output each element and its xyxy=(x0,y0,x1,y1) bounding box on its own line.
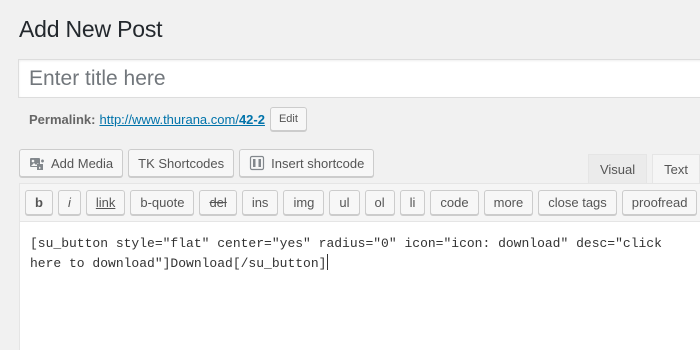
post-title-input[interactable] xyxy=(18,59,700,98)
tab-text[interactable]: Text xyxy=(652,154,700,183)
shortcode-icon xyxy=(249,155,265,171)
quicktag-proofread[interactable]: proofread xyxy=(621,190,698,215)
editor-content-area[interactable]: [su_button style="flat" center="yes" rad… xyxy=(20,222,680,286)
permalink-slug: 42-2 xyxy=(238,111,265,127)
quicktag-code[interactable]: code xyxy=(430,190,479,215)
editor-tabs: Visual Text xyxy=(587,154,700,183)
permalink-link[interactable]: http://www.thurana.com/42-2 xyxy=(99,112,264,127)
tk-shortcodes-button[interactable]: TK Shortcodes xyxy=(128,149,235,177)
permalink-label: Permalink: xyxy=(29,111,96,127)
add-media-icon xyxy=(29,155,45,171)
quicktag-del[interactable]: del xyxy=(199,190,237,215)
quicktag-ul[interactable]: ul xyxy=(329,190,360,215)
editor-content: [su_button style="flat" center="yes" rad… xyxy=(30,236,670,271)
page-title: Add New Post xyxy=(19,16,163,42)
quicktag-link[interactable]: link xyxy=(85,190,126,215)
text-editor: b i link b-quote del ins img ul ol li co… xyxy=(19,183,700,350)
quicktag-bold[interactable]: b xyxy=(25,190,53,215)
media-buttons: Add Media TK Shortcodes Insert shortcode xyxy=(19,149,375,177)
insert-shortcode-label: Insert shortcode xyxy=(271,155,365,171)
insert-shortcode-button[interactable]: Insert shortcode xyxy=(239,149,375,177)
add-media-label: Add Media xyxy=(51,155,114,171)
quicktag-more[interactable]: more xyxy=(483,190,534,215)
quicktag-img[interactable]: img xyxy=(283,190,325,215)
quicktag-ol[interactable]: ol xyxy=(364,190,395,215)
quicktag-close-tags[interactable]: close tags xyxy=(538,190,617,215)
add-media-button[interactable]: Add Media xyxy=(19,149,124,177)
quicktag-blockquote[interactable]: b-quote xyxy=(130,190,195,215)
quicktag-ins[interactable]: ins xyxy=(241,190,279,215)
permalink-url-base: http://www.thurana.com/ xyxy=(99,111,239,127)
text-caret xyxy=(327,254,329,270)
quicktag-italic[interactable]: i xyxy=(57,190,81,215)
quicktags-toolbar: b i link b-quote del ins img ul ol li co… xyxy=(20,184,700,222)
permalink-edit-button[interactable]: Edit xyxy=(269,107,307,131)
tab-visual[interactable]: Visual xyxy=(587,154,648,183)
permalink-row: Permalink: http://www.thurana.com/42-2 E… xyxy=(29,107,307,131)
quicktag-li[interactable]: li xyxy=(399,190,426,215)
tk-shortcodes-label: TK Shortcodes xyxy=(138,155,225,171)
